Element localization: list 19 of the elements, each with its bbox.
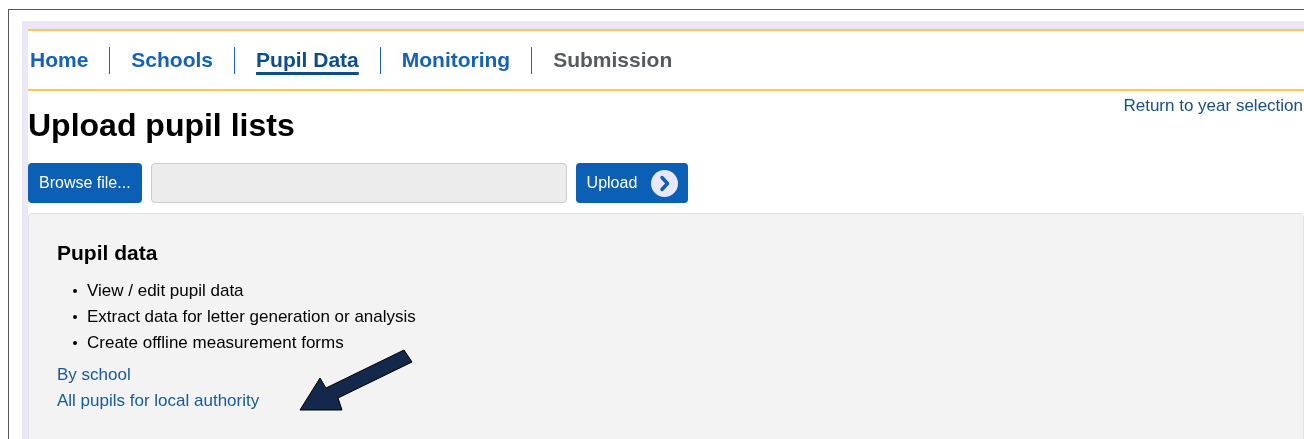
bullet-icon (73, 315, 77, 319)
bullet-icon (73, 289, 77, 293)
nav-link[interactable]: Monitoring (401, 44, 511, 76)
file-path-field[interactable] (150, 163, 567, 203)
feature-item: View / edit pupil data (87, 280, 244, 303)
panel-link[interactable]: All pupils for local authority (57, 388, 260, 414)
feature-item: Create offline measurement forms (87, 332, 344, 355)
panel-link[interactable]: By school (57, 362, 131, 388)
nav-link[interactable]: Home (30, 44, 89, 76)
browse-button[interactable]: Browse file... (28, 163, 142, 203)
bullet-icon (73, 341, 77, 345)
feature-item: Extract data for letter generation or analysis (87, 306, 416, 329)
return-link[interactable]: Return to year selection (1123, 93, 1303, 119)
upload-button[interactable]: Upload (575, 163, 689, 203)
chevron-circle-icon (651, 169, 679, 197)
nav-link[interactable]: Pupil Data (256, 44, 359, 76)
panel-heading: Pupil data (57, 240, 159, 266)
nav-link[interactable]: Schools (131, 44, 214, 76)
page-title: Upload pupil lists (28, 106, 295, 145)
